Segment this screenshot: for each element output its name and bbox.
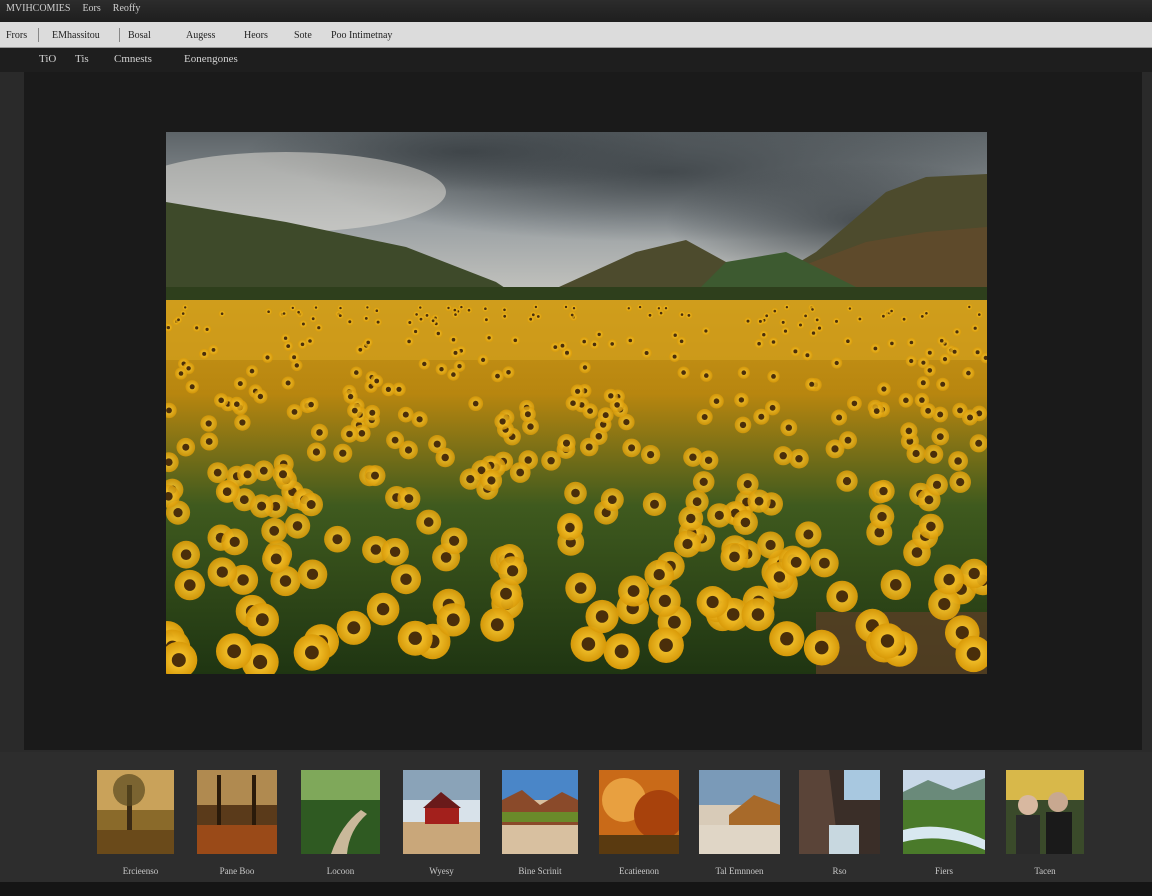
- main-photo[interactable]: [166, 132, 987, 674]
- thumbnail-8[interactable]: [799, 770, 880, 854]
- thumbnail-10[interactable]: [1006, 770, 1084, 854]
- toolbar: Frors EMhassitou Bosal Augess Heors Sote…: [0, 22, 1152, 48]
- menu-item-edit[interactable]: Eors: [82, 3, 100, 14]
- thumbnail-label-3: Locoon: [326, 866, 355, 876]
- title-bar: MVIHCOMIES Eors Reoffy: [0, 0, 1152, 22]
- thumbnail-3[interactable]: [301, 770, 380, 854]
- thumbnail-6[interactable]: [599, 770, 679, 854]
- thumbnail-portrait-image: [1006, 770, 1084, 854]
- thumbnail-9[interactable]: [903, 770, 985, 854]
- thumbnail-lake-image: [699, 770, 780, 854]
- thumbnail-river-valley-image: [903, 770, 985, 854]
- thumbnail-canyon-image: [502, 770, 578, 854]
- sunflower-field-image: [166, 132, 987, 674]
- thumbnail-1[interactable]: [97, 770, 174, 854]
- thumbnail-label-8: Rso: [832, 866, 847, 876]
- thumbnail-label-9: Fiers: [935, 866, 953, 876]
- thumbnail-label-5: Bine Scrinit: [518, 866, 562, 876]
- thumbnail-red-house-image: [403, 770, 480, 854]
- toolbar-item-5[interactable]: Heors: [244, 30, 268, 41]
- thumbnail-5[interactable]: [502, 770, 578, 854]
- thumbnail-2[interactable]: [197, 770, 277, 854]
- thumbnail-autumn-leaves-image: [599, 770, 679, 854]
- thumbnail-label-1: Ercieenso: [122, 866, 159, 876]
- thumbnail-label-4: Wyesy: [429, 866, 454, 876]
- tab-1[interactable]: TiO: [39, 53, 56, 65]
- status-bar: [0, 882, 1152, 896]
- thumbnail-rocks-image: [799, 770, 880, 854]
- tab-2[interactable]: Tis: [75, 53, 89, 65]
- thumbnail-label-2: Pane Boo: [219, 866, 255, 876]
- menu-item-app[interactable]: MVIHCOMIES: [6, 3, 70, 14]
- thumbnail-autumn-forest-image: [197, 770, 277, 854]
- thumbnail-forest-image: [97, 770, 174, 854]
- thumbnail-path-image: [301, 770, 380, 854]
- thumbnail-7[interactable]: [699, 770, 780, 854]
- toolbar-item-3[interactable]: Bosal: [128, 30, 151, 41]
- app-menu: MVIHCOMIES Eors Reoffy: [6, 3, 140, 14]
- toolbar-separator: [119, 28, 120, 42]
- menu-item-view[interactable]: Reoffy: [113, 3, 141, 14]
- toolbar-separator: [38, 28, 39, 42]
- thumbnail-label-10: Tacen: [1034, 866, 1056, 876]
- tab-bar: TiO Tis Cmnests Eonengones: [0, 48, 1152, 72]
- thumbnail-4[interactable]: [403, 770, 480, 854]
- toolbar-item-4[interactable]: Augess: [186, 30, 215, 41]
- tab-3[interactable]: Cmnests: [114, 53, 152, 65]
- toolbar-item-7[interactable]: Poo Intimetnay: [331, 30, 392, 41]
- toolbar-item-6[interactable]: Sote: [294, 30, 312, 41]
- toolbar-item-2[interactable]: EMhassitou: [52, 30, 100, 41]
- toolbar-item-1[interactable]: Frors: [6, 30, 27, 41]
- thumbnail-label-6: Ecatieenon: [619, 866, 659, 876]
- tab-4[interactable]: Eonengones: [184, 53, 238, 65]
- thumbnail-label-7: Tal Emnnoen: [715, 866, 764, 876]
